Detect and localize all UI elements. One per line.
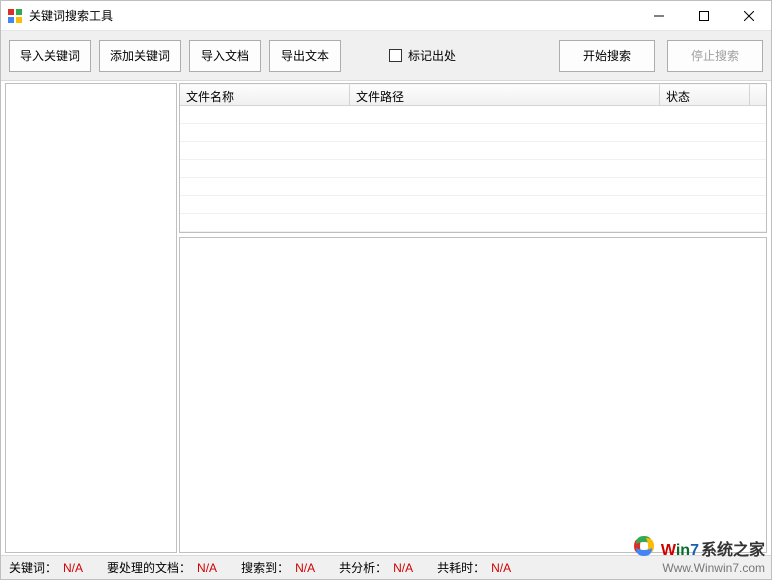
list-row xyxy=(180,106,766,124)
list-row xyxy=(180,214,766,232)
minimize-button[interactable] xyxy=(636,1,681,30)
status-bar: 关键词： N/A 要处理的文档： N/A 搜索到： N/A 共分析： N/A 共… xyxy=(1,555,771,579)
checkbox-box-icon xyxy=(389,49,402,62)
close-button[interactable] xyxy=(726,1,771,30)
maximize-button[interactable] xyxy=(681,1,726,30)
column-filepath[interactable]: 文件路径 xyxy=(350,84,660,106)
status-elapsed-value: N/A xyxy=(491,561,511,575)
status-keywords-value: N/A xyxy=(63,561,83,575)
file-listview[interactable]: 文件名称 文件路径 状态 xyxy=(179,83,767,233)
list-row xyxy=(180,142,766,160)
right-panel: 文件名称 文件路径 状态 xyxy=(179,83,767,553)
mark-source-checkbox[interactable]: 标记出处 xyxy=(389,47,456,64)
add-keywords-button[interactable]: 添加关键词 xyxy=(99,40,181,72)
import-docs-button[interactable]: 导入文档 xyxy=(189,40,261,72)
list-row xyxy=(180,160,766,178)
window-title: 关键词搜索工具 xyxy=(29,7,113,24)
listview-body[interactable] xyxy=(180,106,766,232)
app-icon xyxy=(7,8,23,24)
list-row xyxy=(180,124,766,142)
start-search-button[interactable]: 开始搜索 xyxy=(559,40,655,72)
titlebar: 关键词搜索工具 xyxy=(1,1,771,31)
import-keywords-button[interactable]: 导入关键词 xyxy=(9,40,91,72)
status-docs-value: N/A xyxy=(197,561,217,575)
window-controls xyxy=(636,1,771,30)
stop-search-button[interactable]: 停止搜索 xyxy=(667,40,763,72)
result-text-area[interactable] xyxy=(179,237,767,553)
status-found-label: 搜索到： xyxy=(241,559,289,576)
keywords-list-panel[interactable] xyxy=(5,83,177,553)
status-analyzed-value: N/A xyxy=(393,561,413,575)
status-keywords-label: 关键词： xyxy=(9,559,57,576)
status-elapsed-label: 共耗时： xyxy=(437,559,485,576)
app-window: 关键词搜索工具 导入关键词 添加关键词 导入文档 导出文本 标记出处 开始搜索 … xyxy=(0,0,772,580)
list-row xyxy=(180,196,766,214)
main-body: 文件名称 文件路径 状态 xyxy=(1,81,771,555)
status-analyzed-label: 共分析： xyxy=(339,559,387,576)
status-found-value: N/A xyxy=(295,561,315,575)
export-text-button[interactable]: 导出文本 xyxy=(269,40,341,72)
toolbar: 导入关键词 添加关键词 导入文档 导出文本 标记出处 开始搜索 停止搜索 xyxy=(1,31,771,81)
column-status[interactable]: 状态 xyxy=(660,84,750,106)
status-docs-label: 要处理的文档： xyxy=(107,559,191,576)
column-filename[interactable]: 文件名称 xyxy=(180,84,350,106)
listview-header: 文件名称 文件路径 状态 xyxy=(180,84,766,106)
mark-source-label: 标记出处 xyxy=(408,47,456,64)
list-row xyxy=(180,178,766,196)
column-spacer xyxy=(750,84,766,106)
